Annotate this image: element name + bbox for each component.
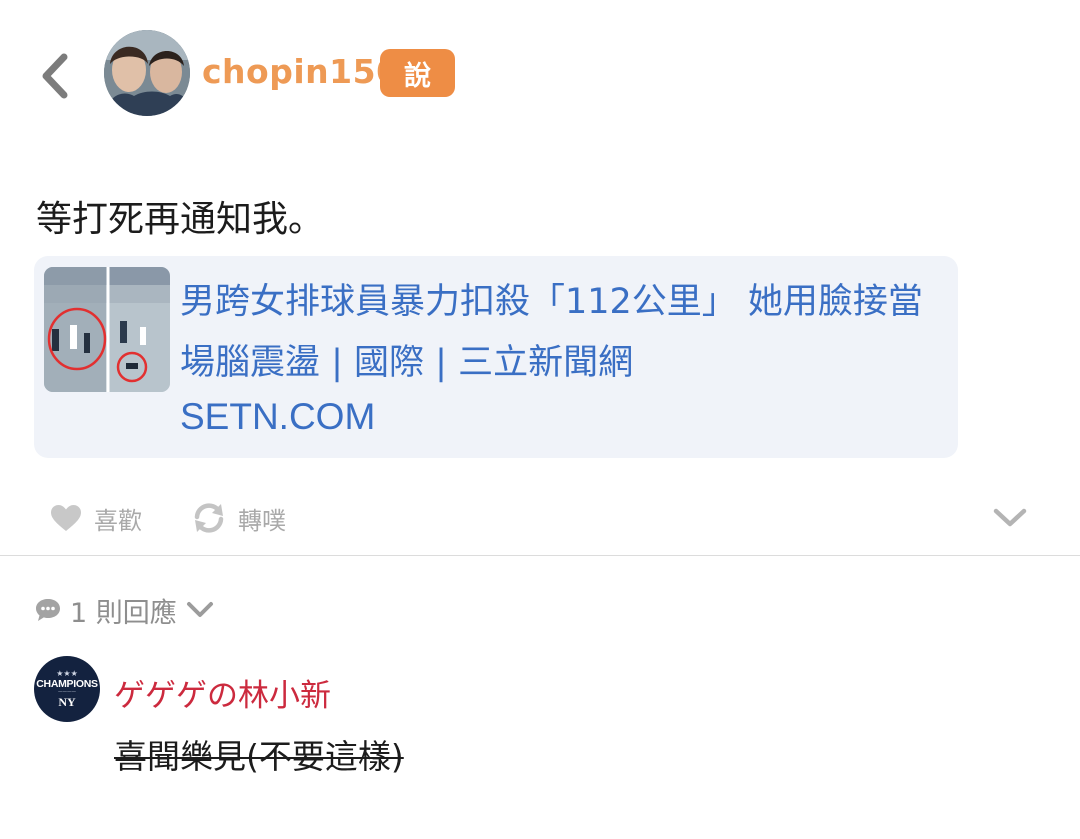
- post-type-badge: 說: [380, 49, 455, 97]
- link-thumbnail: [44, 267, 170, 392]
- heart-icon: [51, 505, 81, 531]
- comment-username[interactable]: ゲゲゲの林小新: [114, 670, 331, 715]
- avatar-logo-text: NY: [58, 694, 76, 709]
- post-text: 等打死再通知我。: [36, 199, 325, 240]
- chevron-down-icon: [186, 602, 213, 617]
- comments-count: 1 則回應: [70, 597, 177, 629]
- comments-toggle[interactable]: 1 則回應: [34, 590, 215, 630]
- link-title[interactable]: 男跨女排球員暴力扣殺「112公里」 她用臉接當場腦震盪 | 國際 | 三立新聞網: [180, 272, 940, 394]
- replurk-icon: [194, 503, 224, 533]
- chevron-left-icon: [42, 53, 68, 99]
- more-options-button[interactable]: [990, 500, 1030, 536]
- user-avatar[interactable]: [104, 30, 190, 116]
- post-username[interactable]: chopin150: [202, 52, 400, 91]
- back-button[interactable]: [30, 48, 80, 104]
- comment-avatar[interactable]: ★★★ CHAMPIONS ———— NY: [34, 656, 100, 722]
- link-domain: SETN.COM: [180, 396, 376, 437]
- replurk-button[interactable]: 轉噗: [192, 498, 286, 538]
- comment-text: 喜聞樂見(不要這樣): [114, 737, 404, 776]
- like-button[interactable]: 喜歡: [50, 498, 142, 538]
- section-divider: [0, 555, 1080, 556]
- speech-bubble-icon: [36, 599, 60, 621]
- link-preview-card[interactable]: 男跨女排球員暴力扣殺「112公里」 她用臉接當場腦震盪 | 國際 | 三立新聞網…: [34, 256, 958, 458]
- avatar-champions-text: CHAMPIONS: [36, 677, 98, 690]
- chevron-down-icon: [993, 508, 1027, 527]
- replurk-label: 轉噗: [238, 506, 286, 535]
- avatar-photo: [104, 30, 190, 116]
- like-label: 喜歡: [94, 506, 142, 535]
